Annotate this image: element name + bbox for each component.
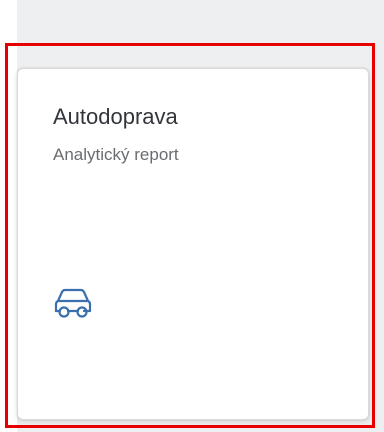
- launchpad-page: Autodoprava Analytický report: [0, 0, 384, 432]
- highlight-frame: [5, 43, 375, 428]
